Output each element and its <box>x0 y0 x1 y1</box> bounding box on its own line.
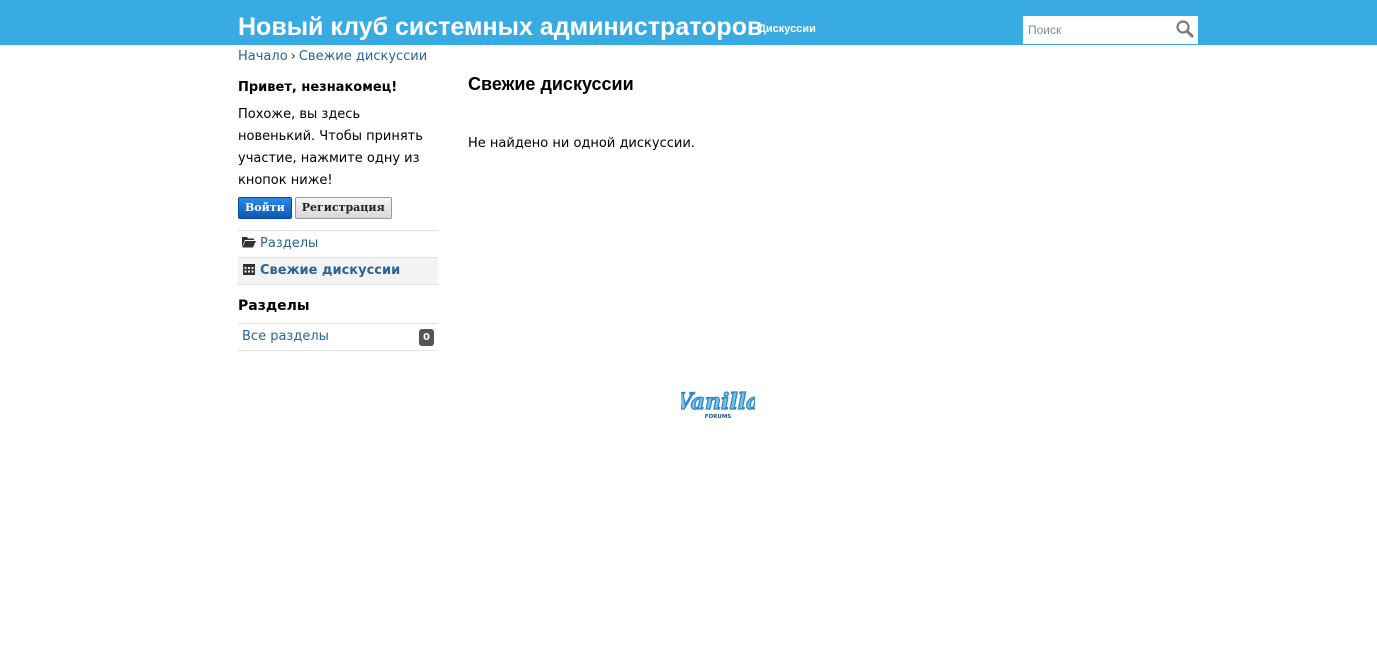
breadcrumb-home[interactable]: Начало <box>238 49 288 64</box>
filter-link-categories[interactable]: Разделы <box>260 236 318 251</box>
signin-button[interactable]: Войти <box>238 197 292 219</box>
vanilla-logo-subtext: FORUMS <box>705 414 732 420</box>
search-icon[interactable] <box>1175 19 1195 39</box>
category-link-all[interactable]: Все разделы <box>242 329 329 344</box>
register-button[interactable]: Регистрация <box>294 197 392 219</box>
guest-box-title: Привет, незнакомец! <box>238 80 398 95</box>
categories-list: Все разделы 0 <box>238 323 438 351</box>
discussion-filters: Разделы Свежие дискуссии <box>238 230 438 285</box>
breadcrumb: Начало › Свежие дискуссии <box>238 48 427 66</box>
breadcrumb-separator: › <box>290 49 296 64</box>
site-title[interactable]: Новый клуб системных администраторов <box>238 11 762 43</box>
search-box <box>1023 16 1198 44</box>
filter-item-recent-discussions[interactable]: Свежие дискуссии <box>238 258 438 285</box>
search-input[interactable] <box>1023 16 1173 44</box>
vanilla-logo-wordmark: Vanilla <box>681 389 755 415</box>
vanilla-forums-logo[interactable]: Vanilla FORUMS <box>675 385 761 421</box>
breadcrumb-current[interactable]: Свежие дискуссии <box>299 49 427 64</box>
filter-item-categories[interactable]: Разделы <box>238 231 438 258</box>
nav-link-discussions[interactable]: Дискуссии <box>758 23 816 35</box>
category-item-all[interactable]: Все разделы 0 <box>238 324 438 351</box>
page-title: Свежие дискуссии <box>468 74 634 94</box>
header-bar: Новый клуб системных администраторов Дис… <box>0 0 1377 45</box>
categories-heading: Разделы <box>238 298 310 314</box>
main-content: Свежие дискуссии Не найдено ни одной дис… <box>468 73 1198 153</box>
sidebar: Привет, незнакомец! Похоже, вы здесь нов… <box>238 78 438 351</box>
guest-buttons: Войти Регистрация <box>238 197 438 220</box>
empty-message: Не найдено ни одной дискуссии. <box>468 136 695 151</box>
guest-box-text: Похоже, вы здесь новенький. Чтобы принят… <box>238 107 423 188</box>
count-badge: 0 <box>419 329 434 346</box>
folder-open-icon <box>242 232 256 248</box>
filter-link-recent-discussions[interactable]: Свежие дискуссии <box>260 263 400 278</box>
calendar-icon <box>242 259 256 275</box>
